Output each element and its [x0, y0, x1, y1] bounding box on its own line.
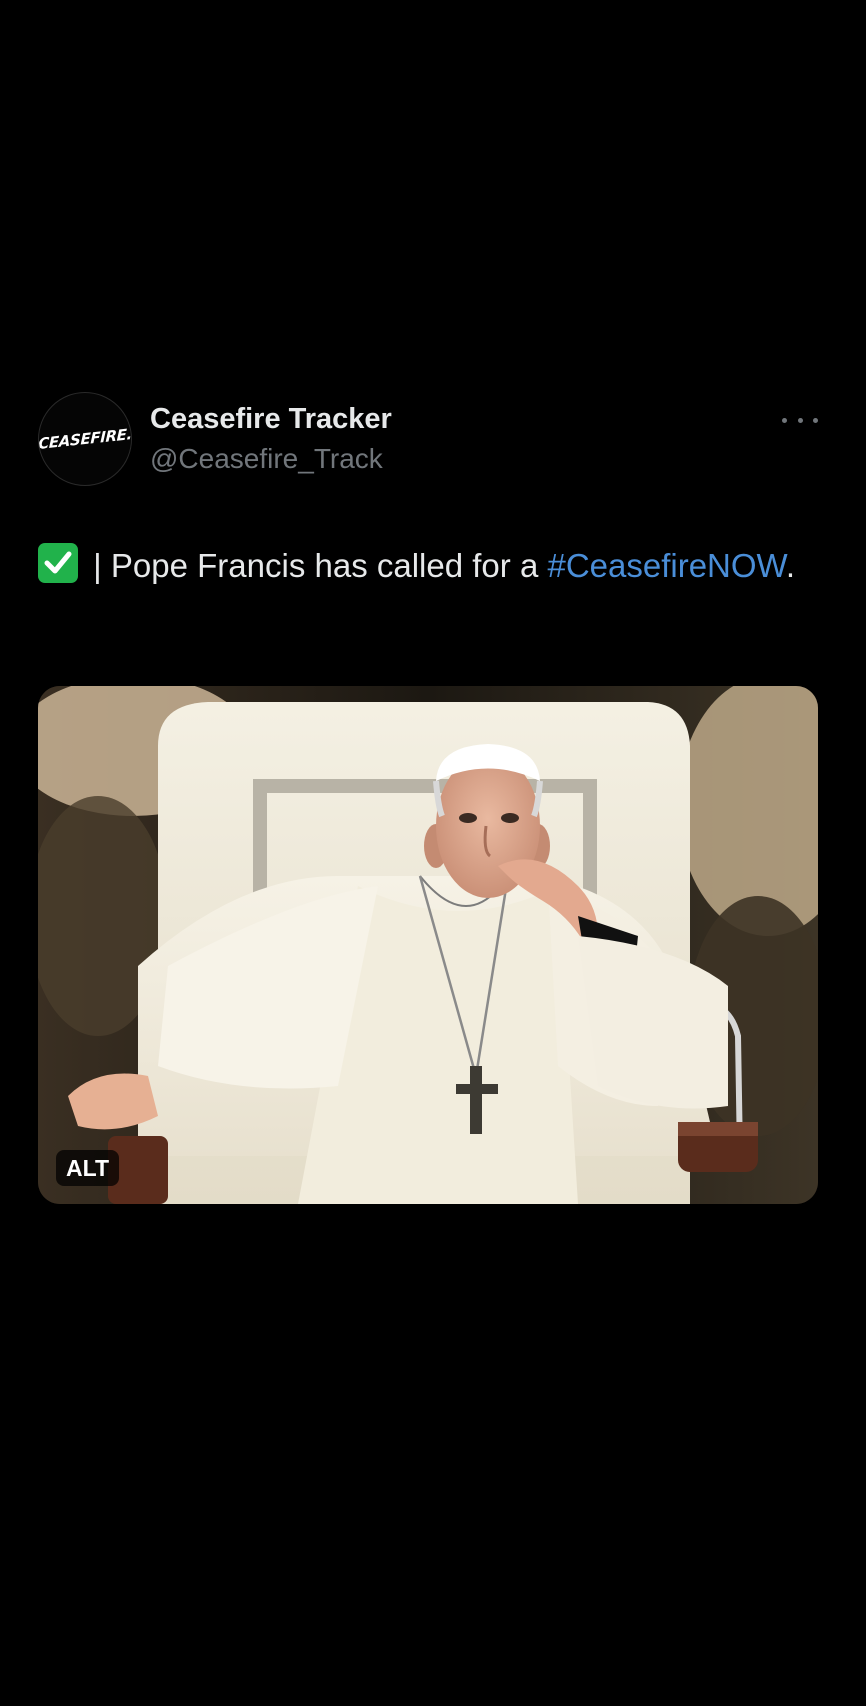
check-mark-button-icon [38, 543, 78, 583]
tweet-text: | Pope Francis has called for a #Ceasefi… [38, 540, 818, 592]
pope-photo [38, 686, 818, 1204]
avatar-logo-text: CEASEFIRE. [38, 424, 132, 454]
more-dot [813, 417, 818, 423]
avatar[interactable]: CEASEFIRE. [38, 392, 132, 486]
tweet-image[interactable] [38, 686, 818, 1204]
hashtag-link[interactable]: #CeasefireNOW [547, 547, 785, 584]
tweet-text-body: | Pope Francis has called for a [84, 547, 548, 584]
alt-text-badge[interactable]: ALT [56, 1150, 120, 1186]
tweet: CEASEFIRE. Ceasefire Tracker @Ceasefire_… [0, 0, 866, 1706]
more-dot [782, 417, 787, 423]
tweet-text-end: . [785, 547, 796, 584]
more-dot [797, 417, 803, 423]
more-options-icon[interactable] [782, 408, 818, 432]
author-handle[interactable]: @Ceasefire_Track [150, 443, 383, 475]
author-display-name[interactable]: Ceasefire Tracker [150, 403, 392, 436]
